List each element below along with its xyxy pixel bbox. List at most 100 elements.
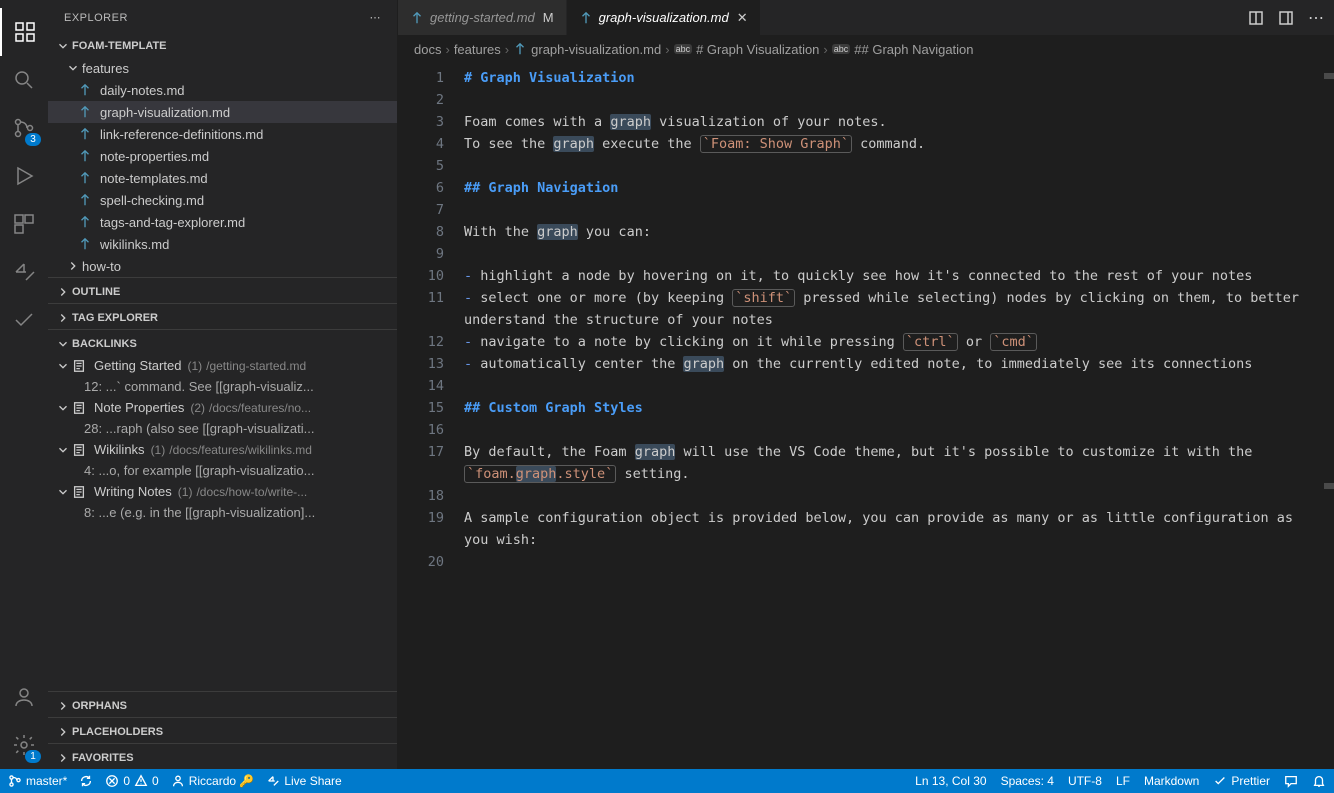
chevron-down-icon (56, 337, 70, 351)
breadcrumb-item: abc## Graph Navigation (832, 42, 974, 57)
chevron-down-icon (56, 401, 70, 415)
note-icon (72, 485, 88, 499)
extensions-icon[interactable] (0, 200, 48, 248)
run-icon[interactable] (0, 152, 48, 200)
tab[interactable]: getting-started.mdM (398, 0, 567, 35)
folder-how-to[interactable]: how-to (48, 255, 397, 277)
note-icon (72, 401, 88, 415)
sync-icon[interactable] (79, 774, 93, 788)
problems[interactable]: 0 0 (105, 774, 158, 788)
feedback-icon[interactable] (1284, 774, 1298, 788)
file-item[interactable]: link-reference-definitions.md (48, 123, 397, 145)
section-placeholders[interactable]: PLACEHOLDERS (48, 717, 397, 743)
chevron-down-icon (56, 485, 70, 499)
markdown-icon (78, 83, 94, 97)
language[interactable]: Markdown (1144, 774, 1199, 788)
section-outline[interactable]: OUTLINE (48, 277, 397, 303)
chevron-right-icon (56, 285, 70, 299)
tab-bar: getting-started.mdMgraph-visualization.m… (398, 0, 1334, 35)
folder-features[interactable]: features (48, 57, 397, 79)
section-root[interactable]: FOAM-TEMPLATE (48, 35, 397, 57)
more-icon[interactable]: ⋯ (1308, 8, 1324, 28)
breadcrumb-item: docs (414, 42, 441, 57)
symbol-icon: abc (832, 44, 851, 54)
live-share[interactable]: Live Share (266, 774, 341, 788)
note-icon (72, 443, 88, 457)
breadcrumb-item: graph-visualization.md (513, 42, 661, 57)
sidebar: EXPLORER ⋯ FOAM-TEMPLATE features daily-… (48, 0, 398, 769)
backlink-excerpt[interactable]: 4: ...o, for example [[graph-visualizati… (48, 460, 397, 481)
note-icon (72, 359, 88, 373)
backlink-excerpt[interactable]: 12: ...` command. See [[graph-visualiz..… (48, 376, 397, 397)
backlink-excerpt[interactable]: 28: ...raph (also see [[graph-visualizat… (48, 418, 397, 439)
file-item[interactable]: daily-notes.md (48, 79, 397, 101)
markdown-icon (78, 149, 94, 163)
backlink-item[interactable]: Note Properties(2)/docs/features/no... (48, 397, 397, 418)
file-item[interactable]: graph-visualization.md (48, 101, 397, 123)
chevron-right-icon (56, 725, 70, 739)
account-icon[interactable] (0, 673, 48, 721)
markdown-icon (78, 127, 94, 141)
close-icon[interactable]: ✕ (737, 10, 748, 26)
markdown-icon (78, 171, 94, 185)
sidebar-title: EXPLORER (64, 12, 128, 24)
backlink-item[interactable]: Writing Notes(1)/docs/how-to/write-... (48, 481, 397, 502)
gutter: 1234567891011 121314151617 1819 20 (398, 63, 464, 769)
markdown-icon (78, 215, 94, 229)
backlink-excerpt[interactable]: 8: ...e (e.g. in the [[graph-visualizati… (48, 502, 397, 523)
section-orphans[interactable]: ORPHANS (48, 691, 397, 717)
bell-icon[interactable] (1312, 774, 1326, 788)
minimap[interactable] (1320, 63, 1334, 769)
breadcrumb-item: features (454, 42, 501, 57)
status-bar: master* 0 0 Riccardo 🔑 Live Share Ln 13,… (0, 769, 1334, 793)
backlinks-list: Getting Started(1)/getting-started.md12:… (48, 355, 397, 523)
markdown-icon (78, 237, 94, 251)
chevron-down-icon (56, 359, 70, 373)
file-tree: features daily-notes.mdgraph-visualizati… (48, 57, 397, 277)
editor-area: getting-started.mdMgraph-visualization.m… (398, 0, 1334, 769)
section-favorites[interactable]: FAVORITES (48, 743, 397, 769)
sidebar-more-icon[interactable]: ⋯ (370, 11, 382, 24)
encoding[interactable]: UTF-8 (1068, 774, 1102, 788)
backlink-item[interactable]: Wikilinks(1)/docs/features/wikilinks.md (48, 439, 397, 460)
split-editor-icon[interactable] (1248, 10, 1264, 26)
scm-icon[interactable]: 3 (0, 104, 48, 152)
code[interactable]: # Graph Visualization Foam comes with a … (464, 63, 1334, 769)
chevron-right-icon (56, 311, 70, 325)
user[interactable]: Riccardo 🔑 (171, 774, 255, 788)
section-backlinks[interactable]: BACKLINKS (48, 329, 397, 355)
indent[interactable]: Spaces: 4 (1001, 774, 1054, 788)
check-icon[interactable] (0, 296, 48, 344)
activity-bar: 3 1 (0, 0, 48, 769)
chevron-right-icon (56, 699, 70, 713)
settings-icon[interactable]: 1 (0, 721, 48, 769)
layout-icon[interactable] (1278, 10, 1294, 26)
file-item[interactable]: note-properties.md (48, 145, 397, 167)
breadcrumbs[interactable]: docs › features › graph-visualization.md… (398, 35, 1334, 63)
scm-badge: 3 (25, 133, 41, 146)
breadcrumb-item: abc# Graph Visualization (674, 42, 820, 57)
eol[interactable]: LF (1116, 774, 1130, 788)
explorer-icon[interactable] (0, 8, 48, 56)
modified-indicator: M (543, 10, 554, 25)
chevron-down-icon (66, 61, 80, 75)
tab[interactable]: graph-visualization.md✕ (567, 0, 761, 35)
file-item[interactable]: wikilinks.md (48, 233, 397, 255)
cursor-position[interactable]: Ln 13, Col 30 (915, 774, 986, 788)
editor[interactable]: 1234567891011 121314151617 1819 20 # Gra… (398, 63, 1334, 769)
search-icon[interactable] (0, 56, 48, 104)
chevron-right-icon (66, 259, 80, 273)
section-tag-explorer[interactable]: TAG EXPLORER (48, 303, 397, 329)
file-item[interactable]: note-templates.md (48, 167, 397, 189)
markdown-icon (579, 11, 593, 25)
markdown-icon (410, 11, 424, 25)
file-item[interactable]: spell-checking.md (48, 189, 397, 211)
backlink-item[interactable]: Getting Started(1)/getting-started.md (48, 355, 397, 376)
git-branch[interactable]: master* (8, 774, 67, 788)
symbol-icon: abc (674, 44, 693, 54)
settings-badge: 1 (25, 750, 41, 763)
share-icon[interactable] (0, 248, 48, 296)
file-item[interactable]: tags-and-tag-explorer.md (48, 211, 397, 233)
chevron-right-icon (56, 751, 70, 765)
prettier[interactable]: Prettier (1213, 774, 1270, 788)
